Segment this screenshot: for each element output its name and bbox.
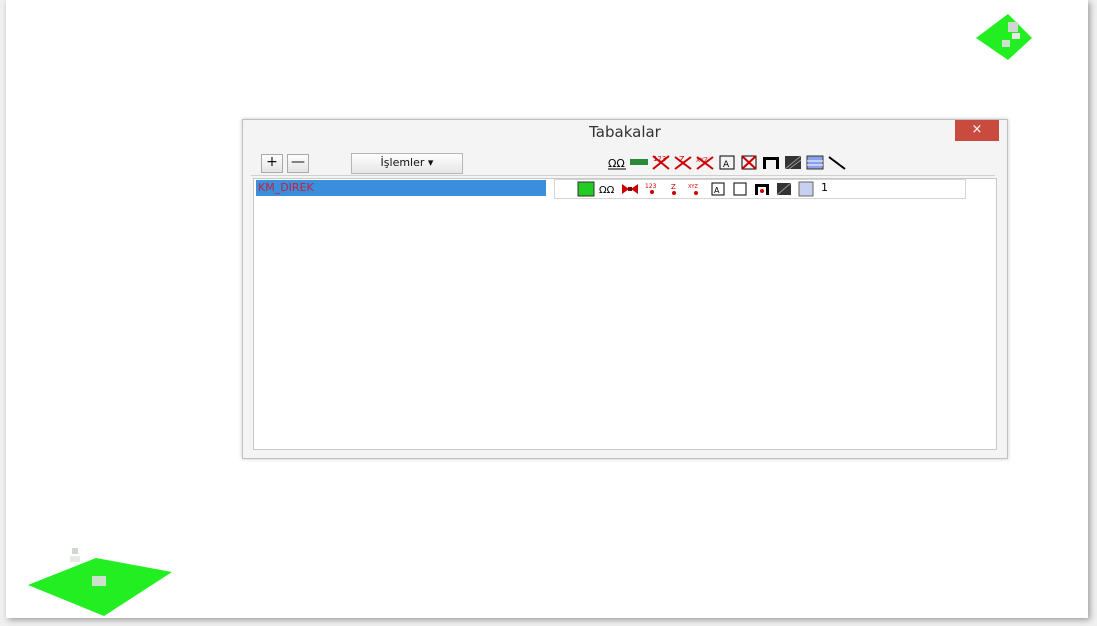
empty-box-icon[interactable] — [731, 181, 749, 197]
remove-layer-button[interactable]: — — [287, 154, 309, 173]
coordinate-icon[interactable]: XYZ — [695, 153, 715, 172]
add-layer-button[interactable]: + — [261, 154, 283, 173]
text-box-icon[interactable]: A — [717, 153, 737, 172]
numbering-icon[interactable]: 123 — [643, 181, 661, 197]
layer-list[interactable]: KM_DIREK ΩΩ 123 Z XYZ A 1 — [253, 178, 997, 450]
svg-text:ΩΩ: ΩΩ — [608, 157, 625, 170]
elevation-icon[interactable]: Z — [665, 181, 683, 197]
layers-dialog: Tabakalar × + — İşlemler ▾ ΩΩ 123 Z XYZ … — [242, 119, 1008, 459]
elevation-icon[interactable]: Z — [673, 153, 693, 172]
coordinate-icon[interactable]: XYZ — [687, 181, 705, 197]
close-button[interactable]: × — [955, 120, 999, 141]
layer-properties: ΩΩ 123 Z XYZ A 1 — [554, 179, 966, 199]
dialog-title: Tabakalar — [589, 123, 661, 141]
table-icon[interactable] — [761, 153, 781, 172]
svg-text:123: 123 — [645, 183, 657, 190]
point-marker-icon[interactable] — [26, 540, 186, 620]
layer-number: 1 — [821, 181, 828, 194]
layer-name[interactable]: KM_DIREK — [256, 180, 546, 196]
layer-color-swatch[interactable] — [577, 181, 595, 197]
key-icon[interactable] — [629, 153, 649, 172]
pattern-icon[interactable] — [775, 181, 793, 197]
pattern-icon[interactable] — [783, 153, 803, 172]
svg-text:A: A — [723, 160, 730, 170]
numbering-icon[interactable]: 123 — [651, 153, 671, 172]
point-marker-icon[interactable] — [974, 10, 1036, 64]
hatch-box-icon[interactable] — [797, 181, 815, 197]
visibility-icon[interactable]: ΩΩ — [599, 181, 617, 197]
table-icon[interactable] — [753, 181, 771, 197]
text-box-icon[interactable]: A — [709, 181, 727, 197]
svg-text:ΩΩ: ΩΩ — [599, 185, 615, 196]
svg-text:Z: Z — [671, 183, 676, 191]
visibility-icon[interactable]: ΩΩ — [607, 153, 627, 172]
svg-text:A: A — [714, 186, 720, 195]
operations-menu-button[interactable]: İşlemler ▾ — [351, 153, 463, 174]
hatch-icon[interactable] — [805, 153, 825, 172]
lock-icon[interactable] — [621, 181, 639, 197]
cross-box-icon[interactable] — [739, 153, 759, 172]
layers-toolbar: + — İşlemler ▾ ΩΩ 123 Z XYZ A — [251, 151, 995, 176]
line-icon[interactable] — [827, 153, 847, 172]
layer-row[interactable]: KM_DIREK ΩΩ 123 Z XYZ A 1 — [254, 179, 996, 199]
svg-text:XYZ: XYZ — [688, 184, 698, 190]
drawing-canvas[interactable]: Tabakalar × + — İşlemler ▾ ΩΩ 123 Z XYZ … — [6, 0, 1088, 618]
dialog-titlebar[interactable]: Tabakalar × — [243, 120, 1007, 146]
